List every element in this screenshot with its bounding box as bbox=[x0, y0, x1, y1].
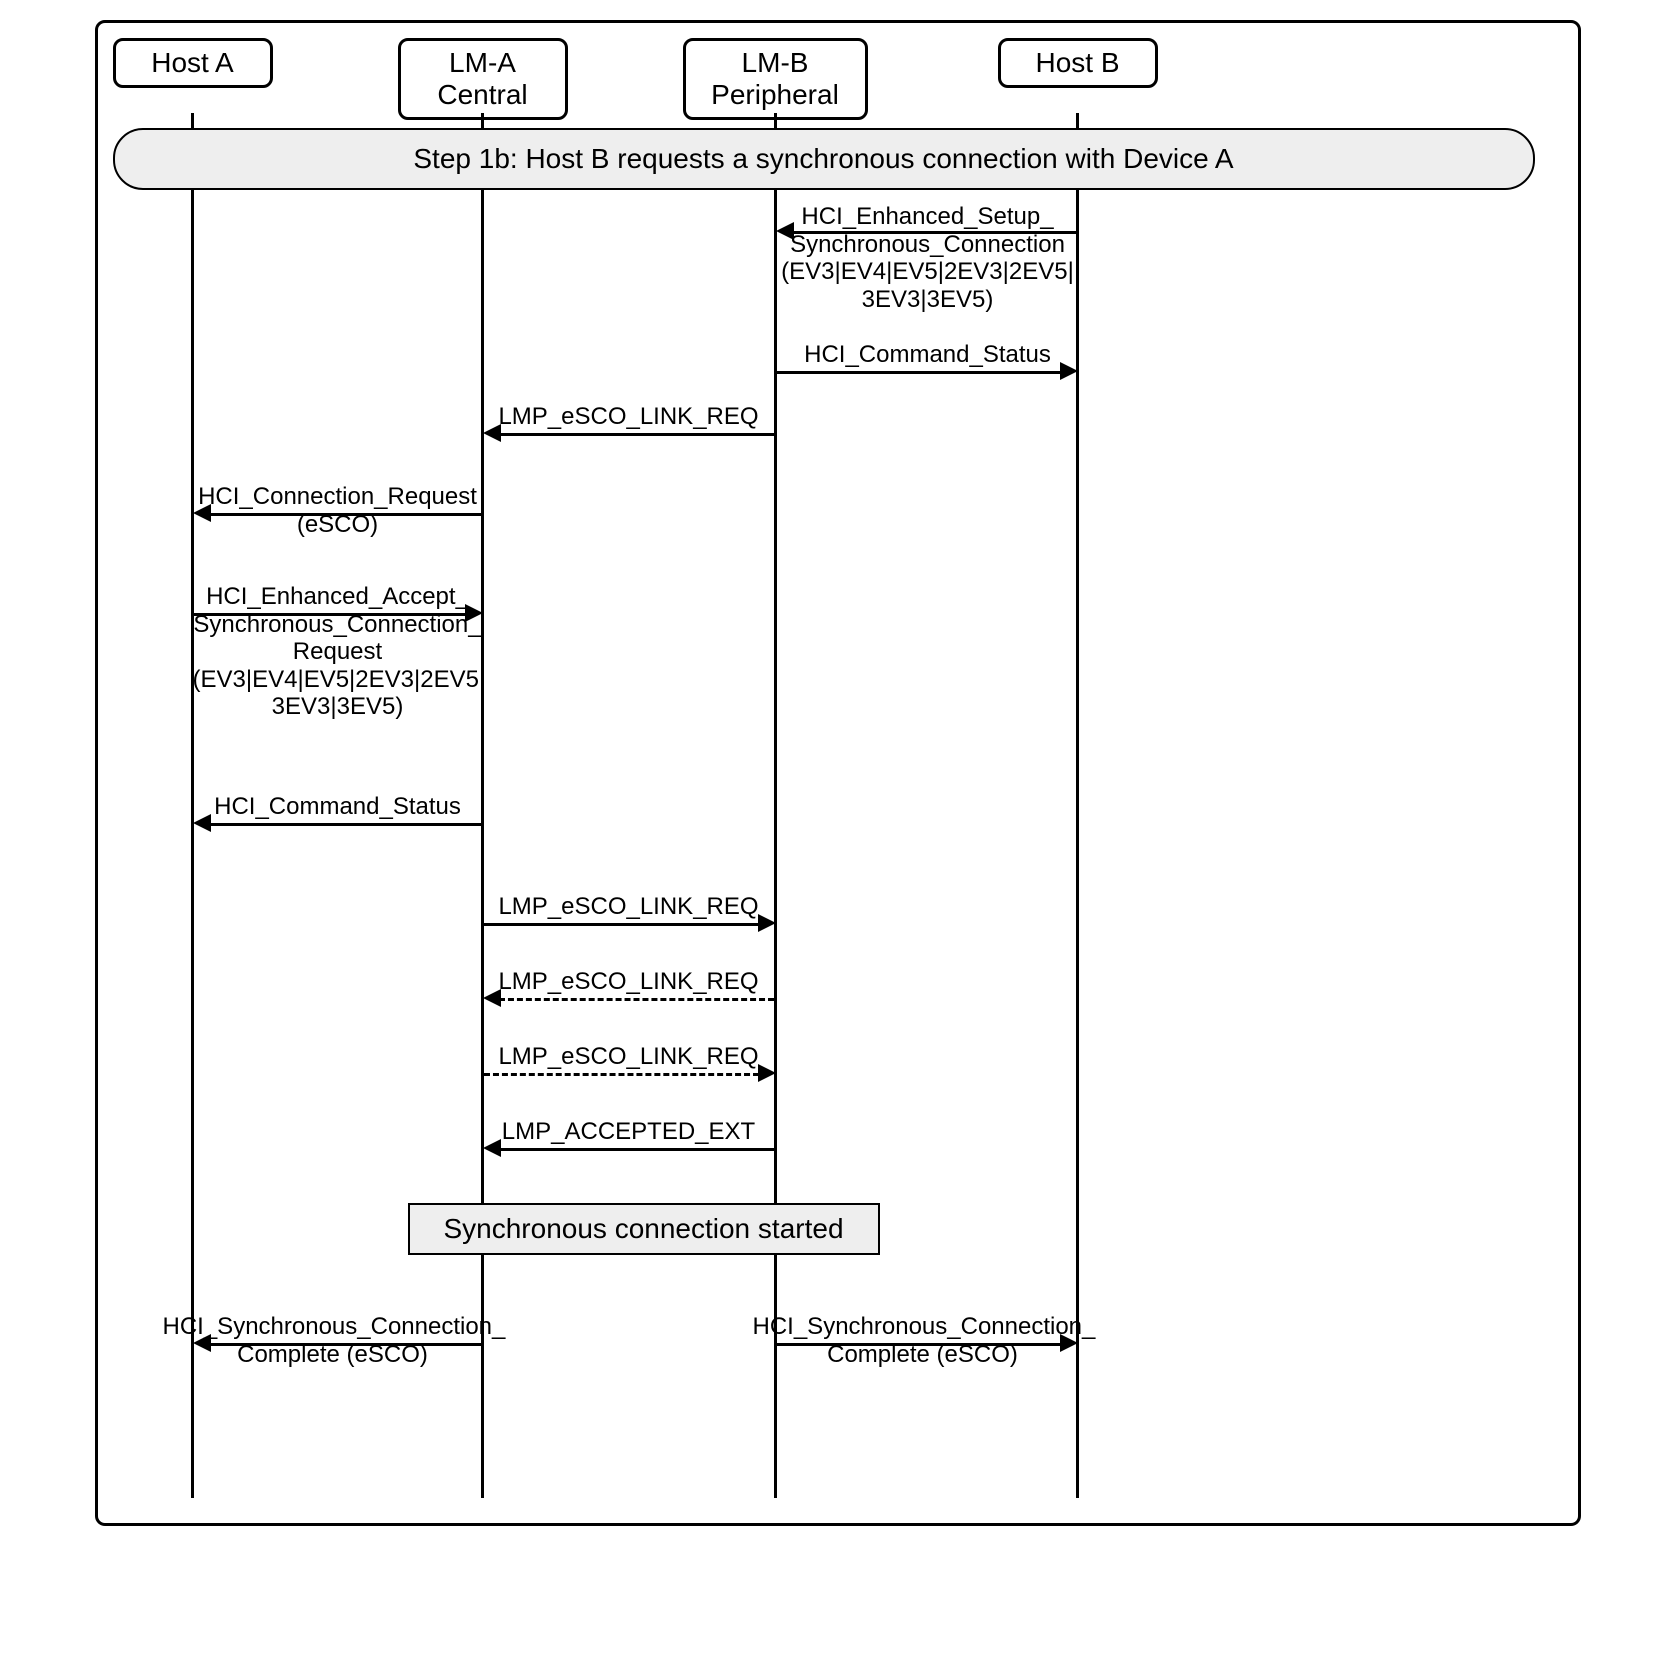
msg-label: HCI_Enhanced_Accept_Synchronous_Connecti… bbox=[193, 583, 483, 721]
arrow bbox=[209, 823, 481, 826]
msg-label: LMP_eSCO_LINK_REQ bbox=[484, 968, 774, 996]
arrow-head-icon bbox=[776, 222, 794, 240]
step-banner: Step 1b: Host B requests a synchronous c… bbox=[113, 128, 1535, 190]
msg-hci-enhanced-accept: HCI_Enhanced_Accept_Synchronous_Connecti… bbox=[193, 583, 483, 723]
msg-label: LMP_ACCEPTED_EXT bbox=[484, 1118, 774, 1146]
msg-label: LMP_eSCO_LINK_REQ bbox=[484, 893, 774, 921]
msg-label: HCI_Command_Status bbox=[778, 341, 1078, 369]
msg-hci-connection-request: HCI_Connection_Request(eSCO) bbox=[193, 483, 483, 540]
arrow-head-icon bbox=[465, 604, 483, 622]
arrow bbox=[209, 513, 481, 516]
arrow-head-icon bbox=[1060, 1334, 1078, 1352]
msg-lmp-esco-req-1: LMP_eSCO_LINK_REQ bbox=[484, 403, 774, 433]
msg-hci-enhanced-setup: HCI_Enhanced_Setup_Synchronous_Connectio… bbox=[778, 203, 1078, 315]
arrow bbox=[792, 231, 1076, 234]
arrow-head-icon bbox=[483, 424, 501, 442]
msg-label: HCI_Synchronous_Connection_Complete (eSC… bbox=[753, 1313, 1093, 1368]
msg-label: LMP_eSCO_LINK_REQ bbox=[484, 403, 774, 431]
msg-label: HCI_Connection_Request(eSCO) bbox=[193, 483, 483, 538]
msg-label: LMP_eSCO_LINK_REQ bbox=[484, 1043, 774, 1071]
arrow bbox=[499, 1148, 774, 1151]
msg-hci-sync-complete-a: HCI_Synchronous_Connection_Complete (eSC… bbox=[163, 1313, 503, 1370]
arrow bbox=[777, 1343, 1061, 1346]
lifeline-host-b bbox=[1076, 113, 1079, 1498]
state-sync-connection-started: Synchronous connection started bbox=[408, 1203, 880, 1255]
sequence-diagram: Host A LM-ACentral LM-BPeripheral Host B… bbox=[95, 20, 1581, 1526]
participant-label: LM-BPeripheral bbox=[711, 47, 839, 110]
arrow bbox=[194, 613, 466, 616]
participant-label: LM-ACentral bbox=[437, 47, 527, 110]
arrow bbox=[209, 1343, 481, 1346]
participant-lm-a: LM-ACentral bbox=[398, 38, 568, 120]
participant-lm-b: LM-BPeripheral bbox=[683, 38, 868, 120]
participant-host-b: Host B bbox=[998, 38, 1158, 88]
msg-lmp-esco-req-4: LMP_eSCO_LINK_REQ bbox=[484, 1043, 774, 1073]
msg-hci-command-status-a: HCI_Command_Status bbox=[193, 793, 483, 823]
participant-label: Host B bbox=[1035, 47, 1119, 78]
arrow-head-icon bbox=[193, 504, 211, 522]
arrow-dashed bbox=[499, 998, 774, 1001]
arrow bbox=[777, 371, 1061, 374]
participant-label: Host A bbox=[151, 47, 233, 78]
msg-label: HCI_Synchronous_Connection_Complete (eSC… bbox=[163, 1313, 503, 1368]
arrow-head-icon bbox=[1060, 362, 1078, 380]
arrow-head-icon bbox=[758, 914, 776, 932]
arrow-head-icon bbox=[483, 989, 501, 1007]
msg-label: HCI_Command_Status bbox=[193, 793, 483, 821]
msg-hci-command-status-b: HCI_Command_Status bbox=[778, 341, 1078, 371]
arrow-head-icon bbox=[483, 1139, 501, 1157]
arrow-head-icon bbox=[758, 1064, 776, 1082]
msg-lmp-accepted-ext: LMP_ACCEPTED_EXT bbox=[484, 1118, 774, 1148]
arrow bbox=[499, 433, 774, 436]
participant-host-a: Host A bbox=[113, 38, 273, 88]
step-banner-text: Step 1b: Host B requests a synchronous c… bbox=[413, 143, 1233, 175]
msg-lmp-esco-req-2: LMP_eSCO_LINK_REQ bbox=[484, 893, 774, 923]
msg-lmp-esco-req-3: LMP_eSCO_LINK_REQ bbox=[484, 968, 774, 998]
arrow-head-icon bbox=[193, 814, 211, 832]
msg-label: HCI_Enhanced_Setup_Synchronous_Connectio… bbox=[778, 203, 1078, 313]
arrow-dashed bbox=[484, 1073, 759, 1076]
state-label: Synchronous connection started bbox=[443, 1213, 843, 1245]
arrow-head-icon bbox=[193, 1334, 211, 1352]
arrow bbox=[484, 923, 759, 926]
msg-hci-sync-complete-b: HCI_Synchronous_Connection_Complete (eSC… bbox=[753, 1313, 1093, 1370]
lifeline-lm-b bbox=[774, 113, 777, 1498]
